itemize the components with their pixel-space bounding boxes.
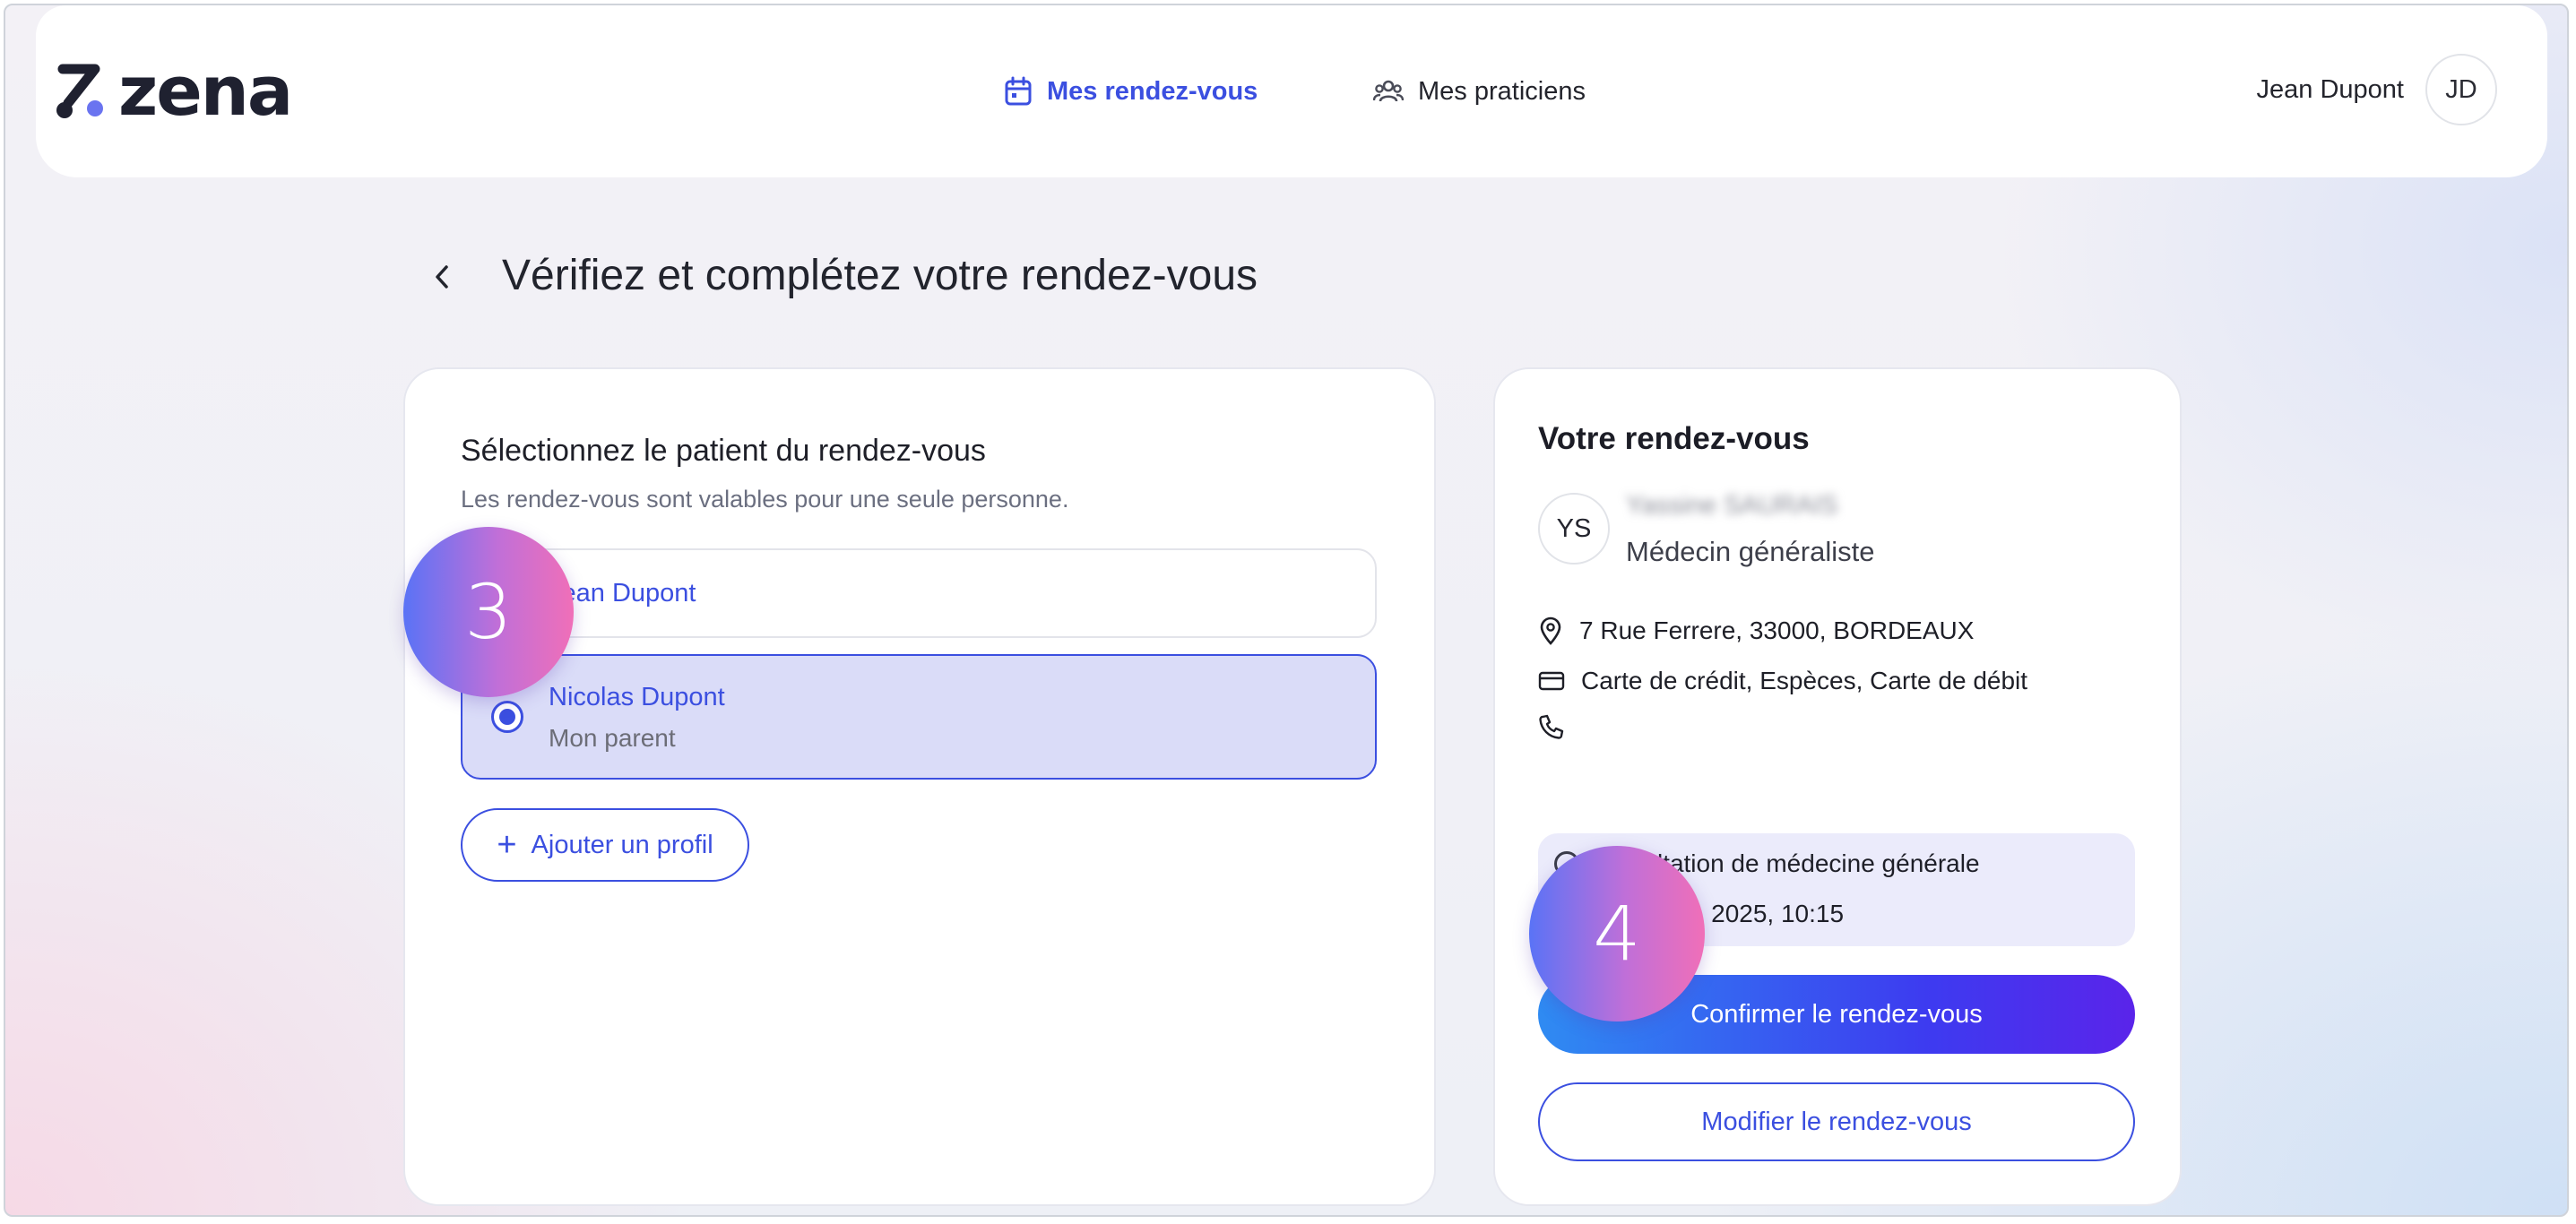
payment-text: Carte de crédit, Espèces, Carte de débit — [1581, 667, 2028, 694]
zena-logo-mark — [56, 64, 103, 118]
nav-item-rendez-vous[interactable]: Mes rendez-vous — [1004, 76, 1258, 107]
user-menu[interactable]: Jean Dupont JD — [2257, 54, 2497, 125]
add-profile-label: Ajouter un profil — [531, 830, 713, 859]
appointment-summary-card: Votre rendez-vous YS Yassine SAURAIS Méd… — [1493, 367, 2182, 1206]
page-title: Vérifiez et complétez votre rendez-vous — [502, 252, 1258, 299]
patient-option-nicolas[interactable]: Nicolas Dupont Mon parent — [461, 654, 1377, 780]
doctor-specialty: Médecin généraliste — [1626, 536, 1875, 567]
address-text: 7 Rue Ferrere, 33000, BORDEAUX — [1579, 616, 1975, 644]
doctor-avatar: YS — [1538, 493, 1610, 565]
app-window: zena Mes rendez-vous Mes praticiens Jean… — [4, 4, 2569, 1217]
plus-icon: + — [497, 826, 517, 864]
nav-label-praticiens: Mes praticiens — [1418, 76, 1586, 106]
modify-appointment-button[interactable]: Modifier le rendez-vous — [1538, 1082, 2135, 1161]
payment-row: Carte de crédit, Espèces, Carte de débit — [1538, 667, 2027, 695]
appointment-title: Votre rendez-vous — [1538, 421, 1810, 456]
radio-selected-icon[interactable] — [491, 701, 523, 733]
calendar-icon — [1005, 76, 1032, 106]
credit-card-icon — [1538, 671, 1565, 691]
location-pin-icon — [1540, 616, 1561, 645]
add-profile-button[interactable]: + Ajouter un profil — [461, 808, 749, 882]
phone-row — [1538, 713, 1581, 740]
tab-mes-rendez-vous[interactable]: Mes rendez-vous — [1004, 70, 1258, 113]
patient-option-name: Nicolas Dupont — [549, 683, 725, 711]
patient-selection-card: Sélectionnez le patient du rendez-vous L… — [403, 367, 1436, 1206]
nav-item-praticiens[interactable]: Mes praticiens — [1373, 77, 1586, 107]
top-header: zena Mes rendez-vous Mes praticiens Jean… — [36, 5, 2547, 177]
phone-icon — [1539, 714, 1564, 739]
user-avatar[interactable]: JD — [2425, 54, 2497, 125]
back-arrow-icon[interactable] — [423, 254, 459, 299]
doctor-name: Yassine SAURAIS — [1626, 491, 1838, 520]
tab-mes-praticiens[interactable]: Mes praticiens — [1373, 70, 1586, 113]
users-icon — [1373, 80, 1404, 102]
user-name: Jean Dupont — [2256, 74, 2404, 104]
step-badge-3: 3 — [403, 527, 574, 697]
address-row: 7 Rue Ferrere, 33000, BORDEAUX — [1538, 616, 1974, 645]
patient-option-relation: Mon parent — [549, 724, 676, 752]
brand-name: zena — [118, 51, 293, 131]
patient-section-subtitle: Les rendez-vous sont valables pour une s… — [461, 486, 1069, 513]
patient-section-title: Sélectionnez le patient du rendez-vous — [461, 434, 986, 468]
step-badge-4: 4 — [1529, 846, 1705, 1021]
patient-option-jean[interactable]: Jean Dupont — [461, 548, 1377, 638]
zena-logo[interactable]: zena — [56, 51, 293, 131]
nav-label-rendez-vous: Mes rendez-vous — [1047, 76, 1258, 106]
